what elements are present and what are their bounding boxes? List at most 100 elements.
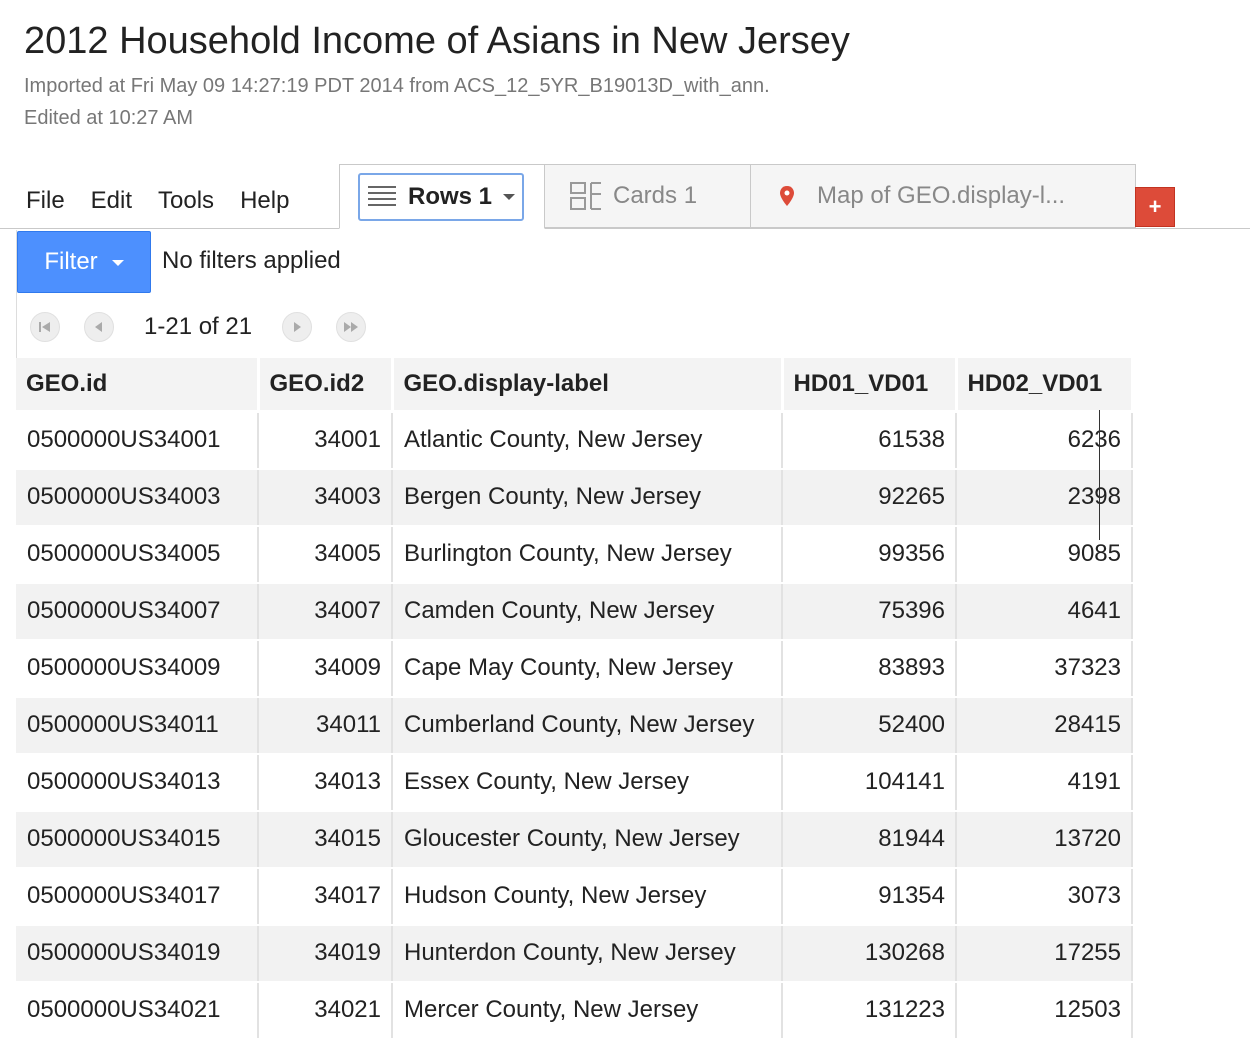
menu-tools[interactable]: Tools xyxy=(158,184,214,218)
tab-rows[interactable]: Rows 1 xyxy=(339,164,545,229)
tabs-divider xyxy=(0,228,1250,229)
cell-hd02: 28415 xyxy=(956,697,1133,755)
cell-geo-id: 0500000US34001 xyxy=(16,411,259,470)
column-resize-indicator[interactable] xyxy=(1099,410,1100,540)
cell-hd01: 99356 xyxy=(782,526,957,584)
menu-file[interactable]: File xyxy=(26,184,65,218)
cell-geo-id2: 34011 xyxy=(258,697,393,755)
left-panel-edge xyxy=(0,230,17,1040)
table-row[interactable]: 0500000US34019 34019 Hunterdon County, N… xyxy=(16,925,1133,983)
cell-display-label: Burlington County, New Jersey xyxy=(392,526,783,584)
menu-help[interactable]: Help xyxy=(240,184,289,218)
tab-rows-label: Rows 1 xyxy=(408,182,493,210)
cell-hd01: 75396 xyxy=(782,583,957,641)
table-row[interactable]: 0500000US34017 34017 Hudson County, New … xyxy=(16,868,1133,926)
cell-hd02: 9085 xyxy=(956,526,1133,584)
cards-icon xyxy=(570,182,601,210)
cell-hd02: 3073 xyxy=(956,868,1133,926)
rows-dropdown-button[interactable]: Rows 1 xyxy=(358,172,524,221)
cell-display-label: Bergen County, New Jersey xyxy=(392,469,783,527)
cell-hd02: 17255 xyxy=(956,925,1133,983)
cell-hd02: 2398 xyxy=(956,469,1133,527)
cell-hd01: 52400 xyxy=(782,697,957,755)
cell-geo-id: 0500000US34009 xyxy=(16,640,259,698)
table-row[interactable]: 0500000US34015 34015 Gloucester County, … xyxy=(16,811,1133,869)
cell-geo-id2: 34009 xyxy=(258,640,393,698)
cell-geo-id2: 34001 xyxy=(258,411,393,470)
menu-edit[interactable]: Edit xyxy=(91,184,132,218)
table-row[interactable]: 0500000US34011 34011 Cumberland County, … xyxy=(16,697,1133,755)
cell-display-label: Camden County, New Jersey xyxy=(392,583,783,641)
column-header-geo-id[interactable]: GEO.id xyxy=(16,358,260,413)
cell-display-label: Hudson County, New Jersey xyxy=(392,868,783,926)
import-info: Imported at Fri May 09 14:27:19 PDT 2014… xyxy=(24,75,770,97)
cell-hd01: 81944 xyxy=(782,811,957,869)
add-tab-button[interactable]: + xyxy=(1135,187,1175,227)
page-range: 1-21 of 21 xyxy=(144,313,253,340)
column-header-geo-id2[interactable]: GEO.id2 xyxy=(258,358,394,413)
cell-geo-id2: 34007 xyxy=(258,583,393,641)
table-row[interactable]: 0500000US34005 34005 Burlington County, … xyxy=(16,526,1133,584)
cell-hd01: 91354 xyxy=(782,868,957,926)
menu-bar: File Edit Tools Help xyxy=(0,184,289,218)
filter-button-label: Filter xyxy=(44,248,98,275)
cell-geo-id2: 34019 xyxy=(258,925,393,983)
cell-geo-id: 0500000US34007 xyxy=(16,583,259,641)
cell-display-label: Cape May County, New Jersey xyxy=(392,640,783,698)
cell-hd02: 6236 xyxy=(956,411,1133,470)
tab-cards[interactable]: Cards 1 xyxy=(544,164,751,228)
cell-display-label: Mercer County, New Jersey xyxy=(392,982,783,1040)
cell-hd01: 104141 xyxy=(782,754,957,812)
cell-geo-id: 0500000US34005 xyxy=(16,526,259,584)
table-row[interactable]: 0500000US34021 34021 Mercer County, New … xyxy=(16,982,1133,1040)
cell-hd02: 4641 xyxy=(956,583,1133,641)
cell-hd01: 92265 xyxy=(782,469,957,527)
chevron-down-icon xyxy=(111,260,124,266)
cell-display-label: Atlantic County, New Jersey xyxy=(392,411,783,470)
filter-status: No filters applied xyxy=(162,247,341,274)
cell-geo-id: 0500000US34013 xyxy=(16,754,259,812)
prev-page-icon[interactable] xyxy=(84,312,114,342)
cell-hd01: 131223 xyxy=(782,982,957,1040)
map-pin-icon xyxy=(780,186,794,206)
edit-info: Edited at 10:27 AM xyxy=(24,107,194,129)
cell-geo-id2: 34021 xyxy=(258,982,393,1040)
cell-hd02: 12503 xyxy=(956,982,1133,1040)
chevron-down-icon xyxy=(503,193,516,200)
cell-geo-id: 0500000US34011 xyxy=(16,697,259,755)
tab-cards-label: Cards 1 xyxy=(613,182,698,209)
cell-geo-id: 0500000US34019 xyxy=(16,925,259,983)
table-row[interactable]: 0500000US34013 34013 Essex County, New J… xyxy=(16,754,1133,812)
filter-button[interactable]: Filter xyxy=(17,231,151,293)
column-header-hd02[interactable]: HD02_VD01 xyxy=(956,358,1134,413)
cell-geo-id: 0500000US34017 xyxy=(16,868,259,926)
column-header-hd01[interactable]: HD01_VD01 xyxy=(782,358,958,413)
cell-hd01: 130268 xyxy=(782,925,957,983)
last-page-icon[interactable] xyxy=(336,312,367,342)
table-row[interactable]: 0500000US34009 34009 Cape May County, Ne… xyxy=(16,640,1133,698)
cell-geo-id2: 34015 xyxy=(258,811,393,869)
table-row[interactable]: 0500000US34003 34003 Bergen County, New … xyxy=(16,469,1133,527)
tab-map-label: Map of GEO.display-l... xyxy=(817,182,1066,209)
cell-hd01: 83893 xyxy=(782,640,957,698)
page-title: 2012 Household Income of Asians in New J… xyxy=(24,20,850,62)
header-row: GEO.id GEO.id2 GEO.display-label HD01_VD… xyxy=(16,358,1134,413)
tab-map[interactable]: Map of GEO.display-l... xyxy=(750,164,1136,228)
cell-display-label: Cumberland County, New Jersey xyxy=(392,697,783,755)
cell-hd02: 13720 xyxy=(956,811,1133,869)
cell-geo-id2: 34005 xyxy=(258,526,393,584)
cell-geo-id2: 34017 xyxy=(258,868,393,926)
cell-geo-id: 0500000US34015 xyxy=(16,811,259,869)
cell-hd01: 61538 xyxy=(782,411,957,470)
table-row[interactable]: 0500000US34007 34007 Camden County, New … xyxy=(16,583,1133,641)
cell-geo-id: 0500000US34003 xyxy=(16,469,259,527)
table-row[interactable]: 0500000US34001 34001 Atlantic County, Ne… xyxy=(16,411,1133,470)
cell-geo-id: 0500000US34021 xyxy=(16,982,259,1040)
cell-hd02: 37323 xyxy=(956,640,1133,698)
first-page-icon[interactable] xyxy=(30,312,60,342)
next-page-icon[interactable] xyxy=(282,312,313,342)
pagination: 1-21 of 21 xyxy=(30,310,367,344)
cell-hd02: 4191 xyxy=(956,754,1133,812)
cell-display-label: Hunterdon County, New Jersey xyxy=(392,925,783,983)
column-header-display-label[interactable]: GEO.display-label xyxy=(392,358,784,413)
